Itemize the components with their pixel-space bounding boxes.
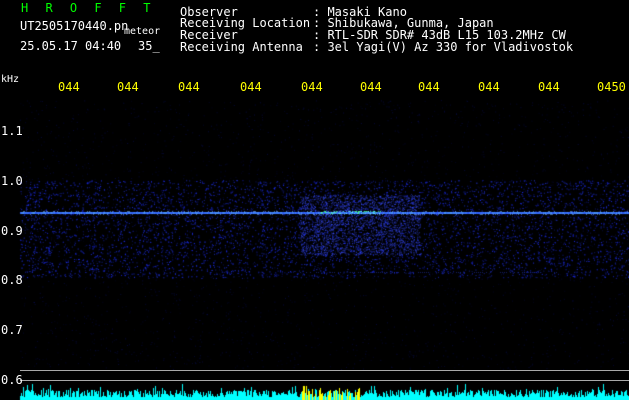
datetime-label: 25.05.17 04:40 <box>20 39 122 53</box>
freq-unit-label: kHz <box>1 74 20 85</box>
observation-type: meteor <box>124 26 161 37</box>
time-tick-label: 044 <box>478 80 500 94</box>
freq-tick-label: 1.1 <box>1 124 23 138</box>
time-tick-label: 044 <box>538 80 560 94</box>
threshold-line-lower <box>20 380 629 381</box>
time-tick-label: 044 <box>418 80 440 94</box>
time-tick-label: 044 <box>240 80 262 94</box>
filename-label: UT2505170440.pn <box>20 19 129 33</box>
spectrogram-canvas <box>0 0 629 400</box>
info-value-antenna: : 3el Yagi(V) Az 330 for Vladivostok <box>313 40 574 54</box>
station-name: H R O F F T <box>21 1 156 15</box>
freq-tick-label: 0.8 <box>1 273 23 287</box>
info-label-antenna: Receiving Antenna <box>180 40 303 54</box>
meteor-count: 35_ <box>138 39 160 53</box>
time-tick-label: 044 <box>301 80 323 94</box>
time-tick-label: 044 <box>178 80 200 94</box>
threshold-line-upper <box>20 370 629 371</box>
time-tick-label: 044 <box>360 80 382 94</box>
freq-tick-label: 0.7 <box>1 323 23 337</box>
freq-tick-label: 0.6 <box>1 373 23 387</box>
time-tick-label: 0450 <box>597 80 626 94</box>
freq-tick-label: 1.0 <box>1 174 23 188</box>
freq-tick-label: 0.9 <box>1 224 23 238</box>
time-tick-label: 044 <box>117 80 139 94</box>
time-tick-label: 044 <box>58 80 80 94</box>
